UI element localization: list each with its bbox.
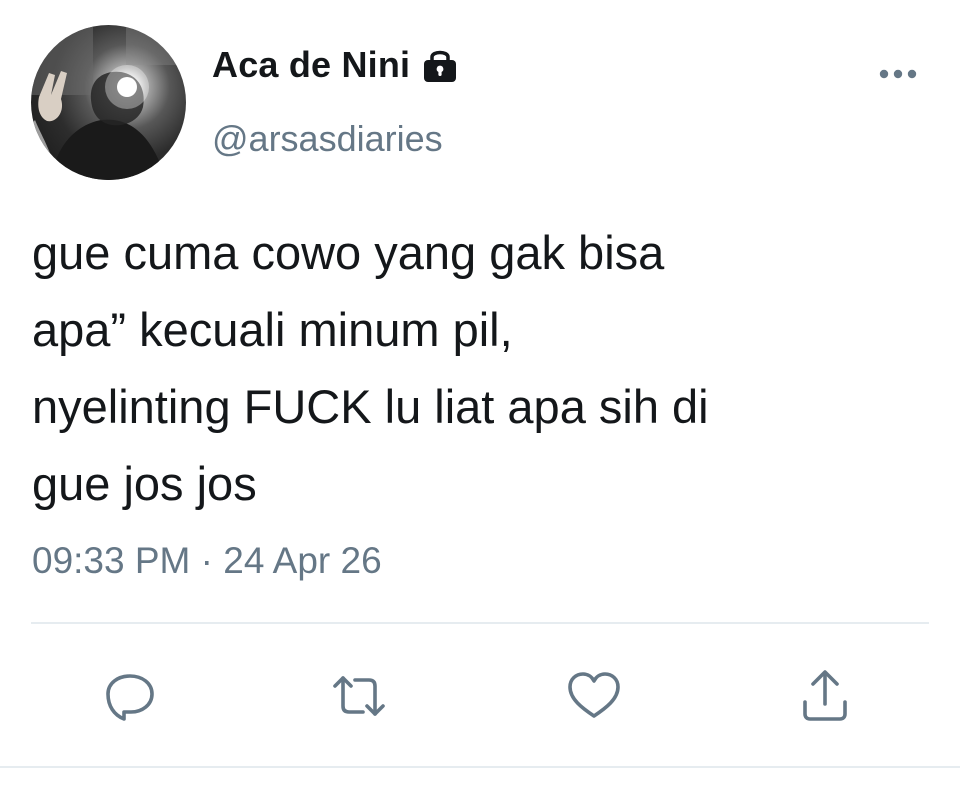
tweet-date: 24 Apr 26 — [223, 540, 382, 581]
reply-button[interactable] — [102, 668, 158, 724]
tweet-text: gue cuma cowo yang gak bisa apa” kecuali… — [32, 226, 709, 510]
like-button[interactable] — [566, 668, 622, 724]
user-handle[interactable]: @arsasdiaries — [212, 118, 443, 160]
name-row[interactable]: Aca de Nini — [212, 44, 460, 86]
retweet-button[interactable] — [331, 668, 387, 724]
reply-icon — [106, 674, 154, 721]
meta-separator: · — [200, 540, 213, 581]
share-button[interactable] — [797, 668, 853, 724]
divider — [31, 622, 929, 624]
retweet-icon — [333, 676, 385, 716]
share-icon — [803, 670, 847, 721]
tweet-time: 09:33 PM — [32, 540, 191, 581]
bottom-divider — [0, 766, 960, 768]
more-button[interactable] — [870, 58, 926, 90]
profile-photo-icon — [31, 25, 186, 180]
display-name[interactable]: Aca de Nini — [212, 44, 410, 86]
tweet-timestamp[interactable]: 09:33 PM · 24 Apr 26 — [32, 540, 382, 582]
heart-icon — [568, 672, 620, 718]
more-icon — [879, 69, 917, 79]
avatar[interactable] — [31, 25, 186, 180]
lock-icon — [420, 47, 460, 83]
